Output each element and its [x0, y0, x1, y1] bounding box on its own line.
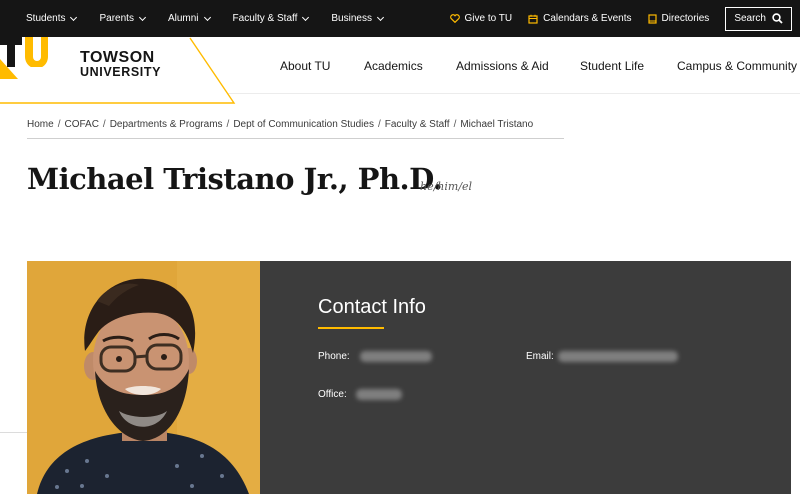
give-link[interactable]: Give to TU [449, 13, 513, 24]
breadcrumb-home[interactable]: Home [27, 119, 54, 130]
site-header: About TU Academics Admissions & Aid Stud… [0, 37, 800, 104]
audience-menu: Students Parents Alumni Faculty & Staff … [26, 0, 406, 37]
logo-line-university: UNIVERSITY [80, 65, 162, 79]
contact-title-underline [318, 327, 384, 329]
calendars-link[interactable]: Calendars & Events [528, 13, 632, 24]
calendar-icon [528, 14, 538, 24]
office-label: Office: [318, 389, 347, 400]
chevron-down-icon [70, 13, 78, 21]
heart-icon [449, 14, 460, 23]
breadcrumb-separator: / [453, 119, 457, 130]
chevron-down-icon [302, 13, 310, 21]
email-label: Email: [526, 351, 554, 362]
calendars-label: Calendars & Events [543, 13, 632, 24]
audience-faculty-staff-label: Faculty & Staff [232, 13, 298, 24]
chevron-down-icon [376, 13, 384, 21]
tu-mark-icon [0, 37, 48, 67]
divider [0, 432, 30, 433]
breadcrumb-departments[interactable]: Departments & Programs [110, 119, 223, 130]
office-value-redacted [356, 389, 402, 400]
book-icon [647, 13, 657, 24]
nav-about[interactable]: About TU [280, 59, 330, 73]
breadcrumb-separator: / [226, 119, 230, 130]
logo-line-towson: TOWSON [80, 49, 155, 66]
directories-link[interactable]: Directories [647, 13, 710, 24]
audience-parents-label: Parents [99, 13, 134, 24]
audience-business[interactable]: Business [331, 13, 384, 24]
nav-admissions[interactable]: Admissions & Aid [456, 59, 549, 73]
chevron-down-icon [138, 13, 146, 21]
utility-links: Give to TU Calendars & Events Directorie… [449, 0, 792, 37]
breadcrumb-faculty-staff[interactable]: Faculty & Staff [385, 119, 450, 130]
utility-bar: Students Parents Alumni Faculty & Staff … [0, 0, 800, 37]
page-title: Michael Tristano Jr., Ph.D. [27, 162, 443, 196]
audience-students-label: Students [26, 13, 66, 24]
directories-label: Directories [661, 13, 710, 24]
nav-campus-community[interactable]: Campus & Community [677, 59, 797, 73]
audience-alumni[interactable]: Alumni [167, 13, 211, 24]
audience-parents[interactable]: Parents [99, 13, 146, 24]
portrait-illustration [27, 261, 260, 494]
audience-business-label: Business [331, 13, 372, 24]
nav-academics[interactable]: Academics [364, 59, 423, 73]
contact-panel: Contact Info Phone: Email: Office: [260, 261, 791, 494]
breadcrumb-separator: / [377, 119, 381, 130]
pronouns: he/him/el [420, 180, 473, 193]
audience-alumni-label: Alumni [167, 13, 199, 24]
breadcrumb: Home / COFAC / Departments & Programs / … [27, 119, 564, 139]
phone-value-redacted[interactable] [360, 351, 432, 362]
breadcrumb-separator: / [102, 119, 106, 130]
university-logo[interactable]: TOWSON UNIVERSITY [0, 37, 240, 104]
breadcrumb-cofac[interactable]: COFAC [64, 119, 98, 130]
profile-photo [27, 261, 260, 494]
audience-students[interactable]: Students [26, 13, 78, 24]
phone-label: Phone: [318, 351, 350, 362]
chevron-down-icon [203, 13, 211, 21]
email-value-redacted[interactable] [558, 351, 678, 362]
contact-title: Contact Info [318, 296, 426, 318]
search-icon [772, 13, 783, 24]
nav-student-life[interactable]: Student Life [580, 59, 644, 73]
breadcrumb-separator: / [57, 119, 61, 130]
breadcrumb-comm-studies[interactable]: Dept of Communication Studies [233, 119, 374, 130]
give-label: Give to TU [464, 13, 513, 24]
breadcrumb-current: Michael Tristano [460, 119, 534, 130]
search-label: Search [734, 13, 766, 24]
audience-faculty-staff[interactable]: Faculty & Staff [232, 13, 310, 24]
search-button[interactable]: Search [725, 6, 792, 31]
logo-wordmark: TOWSON UNIVERSITY [80, 49, 162, 80]
